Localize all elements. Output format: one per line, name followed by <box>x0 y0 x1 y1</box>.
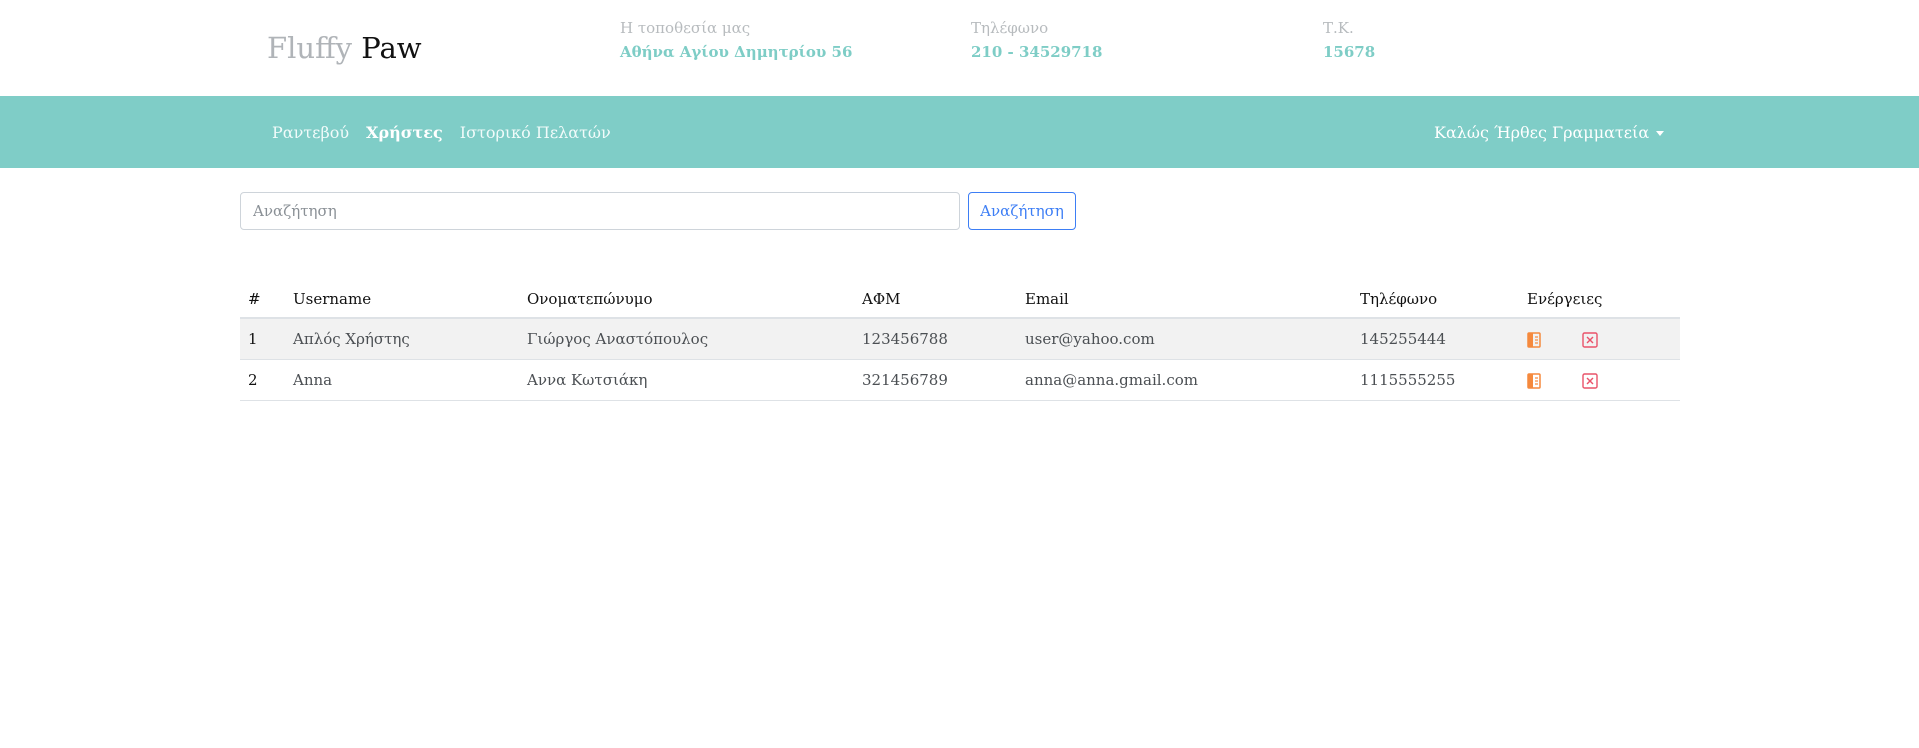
table-row: 1 Απλός Χρήστης Γιώργος Αναστόπουλος 123… <box>240 318 1680 360</box>
cell-fullname: Αννα Κωτσιάκη <box>519 359 854 401</box>
site-header: Fluffy Paw Η τοποθεσία μας Αθήνα Αγίου Δ… <box>0 0 1919 96</box>
phone-info: Τηλέφωνο 210 - 34529718 <box>971 18 1102 63</box>
postal-code-info: Τ.Κ. 15678 <box>1323 18 1375 63</box>
location-info: Η τοποθεσία μας Αθήνα Αγίου Δημητρίου 56 <box>620 18 852 63</box>
table-body: 1 Απλός Χρήστης Γιώργος Αναστόπουλος 123… <box>240 318 1680 401</box>
nav-item-users[interactable]: Χρήστες <box>366 123 443 142</box>
cell-tax-id: 321456789 <box>854 359 1017 401</box>
nav-item-customer-history[interactable]: Ιστορικό Πελατών <box>460 123 611 142</box>
cell-username: Anna <box>285 359 519 401</box>
location-value: Αθήνα Αγίου Δημητρίου 56 <box>620 43 853 61</box>
col-header-tax-id: ΑΦΜ <box>854 280 1017 319</box>
edit-note-icon[interactable] <box>1527 332 1541 348</box>
col-header-index: # <box>240 280 285 319</box>
nav-item-appointments[interactable]: Ραντεβού <box>272 123 349 142</box>
table-header-row: # Username Ονοματεπώνυμο ΑΦΜ Email Τηλέφ… <box>240 280 1680 319</box>
col-header-email: Email <box>1017 280 1352 319</box>
postal-code-label: Τ.Κ. <box>1323 19 1354 37</box>
user-menu-dropdown[interactable]: Καλώς Ήρθες Γραμματεία <box>1434 96 1665 168</box>
cell-phone: 145255444 <box>1352 318 1519 360</box>
cell-username: Απλός Χρήστης <box>285 318 519 360</box>
phone-label: Τηλέφωνο <box>971 19 1049 37</box>
brand-logo[interactable]: Fluffy Paw <box>267 30 422 66</box>
cell-email: user@yahoo.com <box>1017 318 1352 360</box>
search-button[interactable]: Αναζήτηση <box>968 192 1076 230</box>
main-navbar: Ραντεβού Χρήστες Ιστορικό Πελατών Καλώς … <box>0 96 1919 168</box>
edit-note-icon[interactable] <box>1527 372 1541 389</box>
close-box-icon[interactable] <box>1582 372 1598 389</box>
location-label: Η τοποθεσία μας <box>620 19 751 37</box>
caret-down-icon <box>1656 130 1665 136</box>
cell-phone: 1115555255 <box>1352 359 1519 401</box>
cell-tax-id: 123456788 <box>854 318 1017 360</box>
brand-name-part2: Paw <box>361 31 422 65</box>
postal-code-value: 15678 <box>1323 43 1376 61</box>
brand-name-part1: Fluffy <box>267 31 353 65</box>
close-box-icon[interactable] <box>1582 332 1598 348</box>
cell-email: anna@anna.gmail.com <box>1017 359 1352 401</box>
cell-actions <box>1519 359 1680 401</box>
table-row: 2 Anna Αννα Κωτσιάκη 321456789 anna@anna… <box>240 359 1680 401</box>
col-header-fullname: Ονοματεπώνυμο <box>519 280 854 319</box>
col-header-username: Username <box>285 280 519 319</box>
col-header-actions: Ενέργειες <box>1519 280 1680 319</box>
cell-index: 1 <box>240 318 285 360</box>
users-table: # Username Ονοματεπώνυμο ΑΦΜ Email Τηλέφ… <box>240 280 1680 401</box>
col-header-phone: Τηλέφωνο <box>1352 280 1519 319</box>
table-header: # Username Ονοματεπώνυμο ΑΦΜ Email Τηλέφ… <box>240 280 1680 319</box>
cell-index: 2 <box>240 359 285 401</box>
phone-value: 210 - 34529718 <box>971 43 1103 61</box>
nav-links: Ραντεβού Χρήστες Ιστορικό Πελατών <box>272 96 628 168</box>
user-menu-label: Καλώς Ήρθες Γραμματεία <box>1434 122 1650 142</box>
cell-actions <box>1519 318 1680 360</box>
search-input[interactable] <box>240 192 960 230</box>
cell-fullname: Γιώργος Αναστόπουλος <box>519 318 854 360</box>
